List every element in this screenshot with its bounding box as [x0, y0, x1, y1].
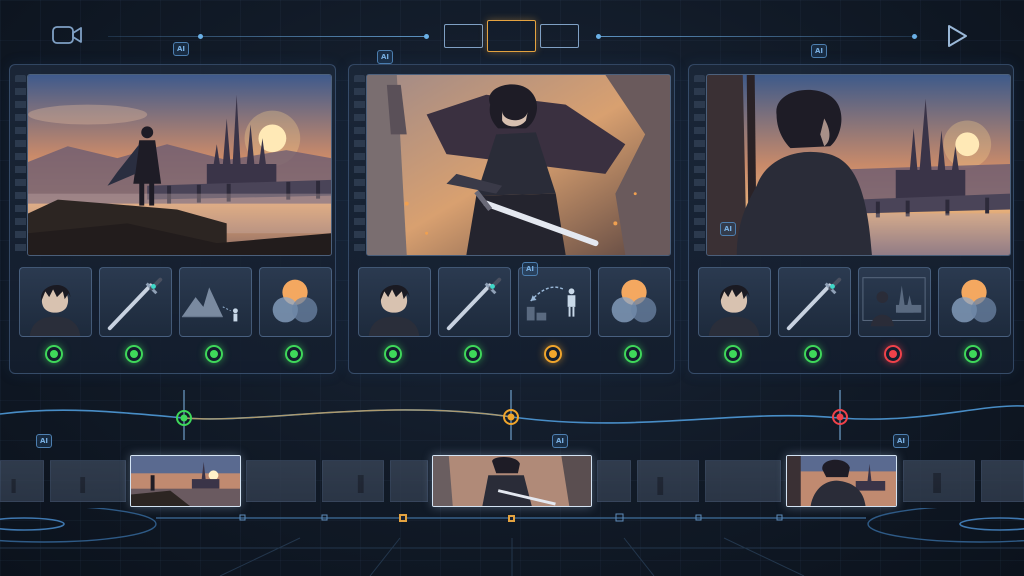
composition-reference-tile[interactable]: [179, 267, 252, 337]
shot-preview-3[interactable]: [706, 74, 1011, 256]
status-indicator-approved: [205, 345, 223, 363]
status-indicator-approved: [384, 345, 402, 363]
prop-reference-tile[interactable]: [99, 267, 172, 337]
status-indicator-approved: [964, 345, 982, 363]
filmstrip-frame[interactable]: [322, 460, 384, 502]
filmstrip[interactable]: [0, 455, 1024, 507]
color-palette-tile[interactable]: [938, 267, 1011, 337]
color-circles-icon: [272, 279, 318, 323]
motion-arrow-figure-icon: [526, 286, 576, 321]
figure-castle-icon: [862, 277, 926, 327]
color-palette-tile[interactable]: [598, 267, 671, 337]
reference-tiles-3: [698, 267, 1011, 339]
mountain-figure-icon: [181, 287, 238, 322]
filmstrip-shot-3[interactable]: [786, 455, 897, 507]
ai-badge-icon: AI: [36, 434, 52, 448]
status-indicator-approved: [804, 345, 822, 363]
top-toolbar: [0, 14, 1024, 58]
color-palette-tile[interactable]: [259, 267, 332, 337]
prop-reference-tile[interactable]: [438, 267, 511, 337]
composition-reference-tile[interactable]: [858, 267, 931, 337]
sword-icon: [446, 277, 502, 331]
layout-button-center-selected[interactable]: [487, 20, 536, 52]
bottom-track: [0, 508, 1024, 576]
ai-badge-icon: AI: [893, 434, 909, 448]
ai-badge-icon: AI: [377, 50, 393, 64]
film-perforation: [15, 75, 26, 255]
play-icon[interactable]: [946, 24, 968, 48]
sword-icon: [786, 277, 842, 331]
shot-preview-1[interactable]: [27, 74, 332, 256]
shot-preview-2[interactable]: [366, 74, 671, 256]
status-indicator-error: [884, 345, 902, 363]
status-indicator-approved: [125, 345, 143, 363]
composition-reference-tile[interactable]: [518, 267, 591, 337]
prop-reference-tile[interactable]: [778, 267, 851, 337]
filmstrip-frame[interactable]: [0, 460, 44, 502]
shot-panel-3: [688, 64, 1014, 374]
filmstrip-frame[interactable]: [50, 460, 126, 502]
reference-tiles-1: [19, 267, 332, 339]
ai-badge-icon: AI: [173, 42, 189, 56]
ai-badge-icon: AI: [720, 222, 736, 236]
scrubber-right[interactable]: [596, 34, 918, 39]
filmstrip-frame[interactable]: [246, 460, 316, 502]
layout-button-right[interactable]: [540, 24, 579, 48]
status-indicator-warning: [544, 345, 562, 363]
filmstrip-frame[interactable]: [390, 460, 428, 502]
scrubber-left[interactable]: [108, 34, 429, 39]
filmstrip-frame[interactable]: [981, 460, 1024, 502]
character-portrait-icon: [368, 285, 420, 336]
filmstrip-frame[interactable]: [597, 460, 631, 502]
timeline-curve: [0, 390, 1024, 440]
color-circles-icon: [951, 279, 997, 323]
video-camera-icon[interactable]: [52, 24, 82, 46]
sword-icon: [107, 277, 163, 331]
filmstrip-shot-2[interactable]: [432, 455, 592, 507]
status-indicator-approved: [624, 345, 642, 363]
character-reference-tile[interactable]: [19, 267, 92, 337]
layout-button-left[interactable]: [444, 24, 483, 48]
film-perforation: [354, 75, 365, 255]
status-indicator-approved: [724, 345, 742, 363]
color-circles-icon: [611, 279, 657, 323]
reference-tiles-2: [358, 267, 671, 339]
status-indicator-approved: [45, 345, 63, 363]
filmstrip-frame[interactable]: [903, 460, 975, 502]
character-reference-tile[interactable]: [358, 267, 431, 337]
filmstrip-frame[interactable]: [637, 460, 699, 502]
film-perforation: [694, 75, 705, 255]
ai-badge-icon: AI: [522, 262, 538, 276]
character-portrait-icon: [29, 285, 81, 336]
character-portrait-icon: [708, 285, 760, 336]
character-reference-tile[interactable]: [698, 267, 771, 337]
ai-badge-icon: AI: [552, 434, 568, 448]
ai-badge-icon: AI: [811, 44, 827, 58]
status-indicator-approved: [464, 345, 482, 363]
shot-panel-1: [9, 64, 336, 374]
filmstrip-shot-1[interactable]: [130, 455, 241, 507]
status-indicator-approved: [285, 345, 303, 363]
shot-panel-2: [348, 64, 675, 374]
filmstrip-frame[interactable]: [705, 460, 781, 502]
